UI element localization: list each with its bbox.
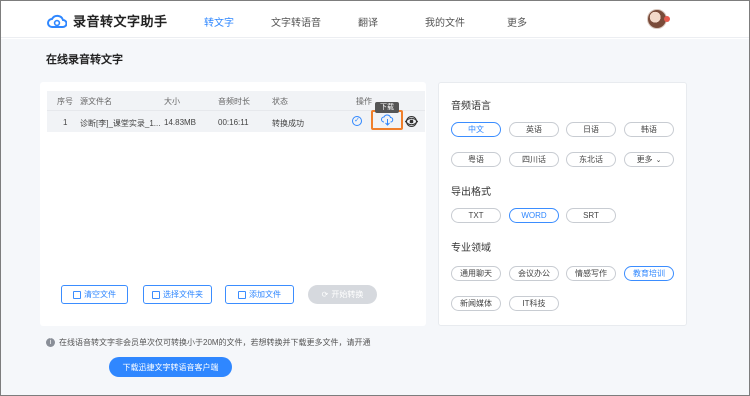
file-table: 序号 源文件名 大小 音频时长 状态 操作 1 诊断[李]_课堂实录_1... … (47, 91, 425, 132)
row-duration: 00:16:11 (218, 118, 249, 127)
domain-option-writing[interactable]: 情感写作 (566, 266, 616, 281)
add-file-label: 添加文件 (249, 290, 281, 299)
lang-option-cantonese[interactable]: 粤语 (451, 152, 501, 167)
domain-option-meeting[interactable]: 会议办公 (509, 266, 559, 281)
notice-text: 在线语音转文字非会员单次仅可转换小于20M的文件，若想转换并下载更多文件，请开通 (59, 338, 371, 347)
header-size: 大小 (164, 97, 180, 106)
format-option-word[interactable]: WORD (509, 208, 559, 223)
header-duration: 音频时长 (218, 97, 250, 106)
download-client-button[interactable]: 下载迅捷文字转语音客户端 (109, 357, 232, 377)
top-header: 录音转文字助手 转文字 文字转语音 翻译 我的文件 更多 (1, 1, 749, 38)
header-status: 状态 (272, 97, 288, 106)
header-filename: 源文件名 (80, 97, 112, 106)
lang-more-label: 更多 (636, 155, 653, 164)
language-section-title: 音频语言 (451, 101, 491, 112)
refresh-icon: ⟳ (321, 290, 329, 299)
domain-option-it[interactable]: IT科技 (509, 296, 559, 311)
domain-option-news[interactable]: 新闻媒体 (451, 296, 501, 311)
nav-more[interactable]: 更多 (507, 14, 527, 29)
cloud-logo-icon (47, 14, 67, 28)
app-logo[interactable]: 录音转文字助手 (47, 11, 168, 30)
start-convert-button[interactable]: ⟳ 开始转换 (308, 285, 377, 304)
lang-option-more[interactable]: 更多 ⌄ (624, 152, 674, 167)
format-option-txt[interactable]: TXT (451, 208, 501, 223)
header-index: 序号 (57, 97, 73, 106)
notice-bar: i 在线语音转文字非会员单次仅可转换小于20M的文件，若想转换并下载更多文件，请… (46, 337, 371, 348)
page-title: 在线录音转文字 (46, 54, 123, 66)
nav-convert[interactable]: 转文字 (204, 14, 234, 29)
check-circle-icon: ✓ (352, 116, 362, 126)
lang-option-sichuan[interactable]: 四川话 (509, 152, 559, 167)
info-icon: i (46, 338, 55, 347)
row-filename: 诊断[李]_课堂实录_1... (80, 119, 161, 128)
app-title: 录音转文字助手 (73, 14, 168, 29)
nav-my-files[interactable]: 我的文件 (425, 14, 465, 29)
select-folder-label: 选择文件夹 (163, 290, 203, 299)
table-header: 序号 源文件名 大小 音频时长 状态 操作 (47, 91, 425, 110)
domain-option-chat[interactable]: 通用聊天 (451, 266, 501, 281)
lang-option-northeast[interactable]: 东北话 (566, 152, 616, 167)
file-add-icon (238, 290, 246, 299)
select-folder-button[interactable]: 选择文件夹 (143, 285, 212, 304)
chevron-down-icon: ⌄ (655, 156, 662, 164)
cloud-download-icon[interactable] (381, 114, 394, 126)
nav-translate[interactable]: 翻译 (358, 14, 378, 29)
domain-section-title: 专业领域 (451, 243, 491, 254)
nav-tts[interactable]: 文字转语音 (271, 14, 321, 29)
table-row[interactable]: 1 诊断[李]_课堂实录_1... 14.83MB 00:16:11 转换成功 … (47, 110, 425, 132)
start-convert-label: 开始转换 (331, 290, 364, 299)
download-tooltip: 下载 (375, 102, 399, 113)
lang-option-korean[interactable]: 韩语 (624, 122, 674, 137)
format-section-title: 导出格式 (451, 187, 491, 198)
clear-files-button[interactable]: 清空文件 (61, 285, 128, 304)
settings-card (438, 82, 687, 326)
format-option-srt[interactable]: SRT (566, 208, 616, 223)
row-status: 转换成功 (272, 119, 304, 128)
lang-option-english[interactable]: 英语 (509, 122, 559, 137)
lang-option-japanese[interactable]: 日语 (566, 122, 616, 137)
close-icon[interactable]: × (406, 116, 417, 127)
clear-files-label: 清空文件 (84, 290, 116, 299)
folder-icon (152, 290, 160, 299)
avatar-badge (664, 16, 670, 22)
domain-option-education[interactable]: 教育培训 (624, 266, 674, 281)
header-actions: 操作 (356, 97, 372, 106)
lang-option-chinese[interactable]: 中文 (451, 122, 501, 137)
row-index: 1 (63, 118, 68, 127)
trash-icon (73, 290, 81, 299)
row-size: 14.83MB (164, 118, 197, 127)
add-file-button[interactable]: 添加文件 (225, 285, 294, 304)
